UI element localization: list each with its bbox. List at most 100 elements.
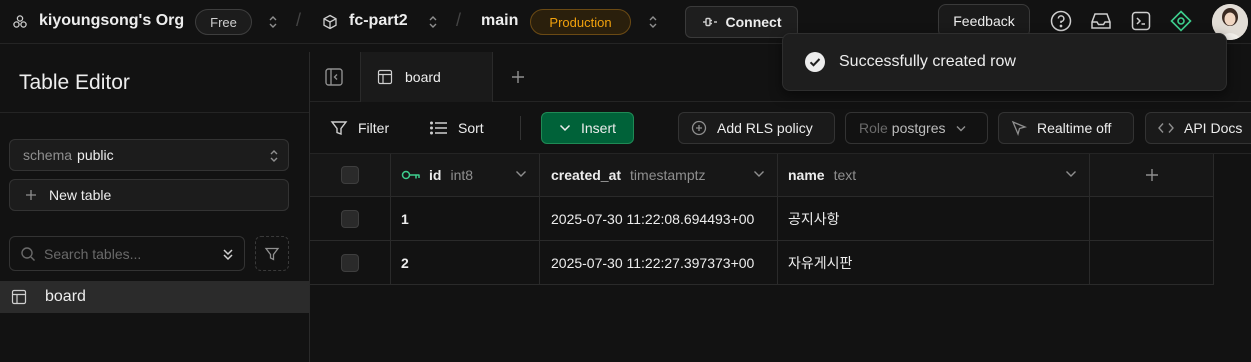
sidebar-item-board[interactable]: board: [0, 281, 309, 313]
tab-label: board: [405, 69, 441, 85]
data-grid: id int8 created_at timestamptz name text…: [310, 154, 1251, 362]
project-name[interactable]: fc-part2: [349, 12, 408, 30]
help-icon: [1050, 10, 1072, 32]
plus-icon: [1145, 169, 1158, 181]
plug-icon: [702, 17, 717, 27]
column-type: timestamptz: [630, 167, 706, 183]
chevrons-down-icon[interactable]: [221, 247, 235, 261]
advisor-button[interactable]: [1168, 8, 1194, 34]
connect-label: Connect: [725, 14, 782, 30]
table-cell-id[interactable]: 2: [391, 241, 540, 285]
schema-value: public: [77, 147, 114, 163]
sidebar-title: Table Editor: [19, 71, 130, 94]
table-cell-id[interactable]: 1: [391, 197, 540, 241]
tab-board[interactable]: board: [361, 52, 493, 102]
org-name[interactable]: kiyoungsong's Org: [39, 12, 184, 30]
project-icon: [323, 14, 337, 30]
rls-label: Add RLS policy: [717, 120, 813, 136]
filter-label: Filter: [358, 120, 390, 136]
connect-button[interactable]: Connect: [685, 6, 798, 38]
breadcrumb-separator: /: [296, 10, 302, 30]
row-select-cell: [310, 197, 391, 241]
toolbar: Filter Sort Insert Add RLS policy Role p…: [310, 102, 1251, 154]
search-tables: [9, 236, 245, 271]
sidebar: Table Editor schema public New table boa…: [0, 52, 310, 362]
row-select-cell: [310, 241, 391, 285]
role-select[interactable]: Role postgres: [845, 112, 988, 144]
sort-label: Sort: [458, 120, 484, 136]
new-table-button[interactable]: New table: [9, 179, 289, 211]
add-tab-button[interactable]: [508, 65, 528, 89]
realtime-label: Realtime off: [1037, 120, 1112, 136]
table-icon: [11, 289, 27, 305]
terminal-icon: [1131, 11, 1151, 31]
toast-message: Successfully created row: [839, 53, 1016, 70]
table-icon: [377, 69, 393, 85]
column-header-name[interactable]: name text: [778, 154, 1090, 197]
org-switcher-chevron-icon[interactable]: [268, 15, 278, 29]
plus-icon: [512, 71, 524, 83]
branch-name[interactable]: main: [481, 12, 518, 30]
project-switcher-chevron-icon[interactable]: [428, 15, 438, 29]
table-cell-created-at[interactable]: 2025-07-30 11:22:27.397373+00: [540, 241, 778, 285]
role-value: postgres: [891, 120, 946, 136]
new-table-label: New table: [49, 187, 112, 203]
primary-key-icon: [401, 170, 420, 180]
add-column-button[interactable]: [1090, 154, 1214, 197]
column-name: id: [429, 167, 442, 183]
branch-switcher-chevron-icon[interactable]: [648, 15, 658, 29]
column-type: int8: [450, 167, 474, 183]
row-checkbox[interactable]: [341, 253, 359, 272]
filter-icon: [264, 247, 280, 261]
select-all-cell: [310, 154, 391, 197]
insert-label: Insert: [580, 120, 616, 136]
column-header-id[interactable]: id int8: [391, 154, 540, 197]
insert-button[interactable]: Insert: [541, 112, 634, 144]
sidebar-item-label: board: [45, 288, 86, 305]
sql-terminal-button[interactable]: [1128, 8, 1154, 34]
advisor-icon: [1170, 10, 1192, 32]
collapse-sidebar-icon[interactable]: [324, 67, 344, 87]
table-cell-name[interactable]: 공지사항: [778, 197, 1090, 241]
select-all-checkbox[interactable]: [341, 166, 359, 184]
filter-icon: [330, 121, 348, 136]
realtime-toggle-button[interactable]: Realtime off: [998, 112, 1134, 144]
chevron-up-down-icon: [270, 150, 278, 162]
plus-circle-icon: [691, 120, 707, 136]
cursor-icon: [1011, 120, 1027, 136]
table-cell-name[interactable]: 자유게시판: [778, 241, 1090, 285]
inbox-button[interactable]: [1088, 8, 1114, 34]
filter-button[interactable]: Filter: [330, 112, 389, 144]
chevron-down-icon[interactable]: [753, 170, 765, 178]
environment-badge: Production: [530, 9, 631, 35]
sort-button[interactable]: Sort: [430, 112, 484, 144]
chevron-down-icon: [956, 125, 965, 131]
org-icon: [13, 15, 27, 28]
chevron-down-icon[interactable]: [515, 170, 527, 178]
add-rls-policy-button[interactable]: Add RLS policy: [678, 112, 835, 144]
code-icon: [1158, 123, 1174, 133]
filter-tables-button[interactable]: [255, 236, 289, 271]
column-header-created-at[interactable]: created_at timestamptz: [540, 154, 778, 197]
divider: [0, 112, 309, 113]
plan-badge: Free: [195, 9, 252, 35]
success-toast: Successfully created row: [782, 33, 1227, 91]
table-cell-created-at[interactable]: 2025-07-30 11:22:08.694493+00: [540, 197, 778, 241]
search-input[interactable]: [44, 245, 204, 262]
search-icon: [21, 246, 35, 261]
chevron-down-icon[interactable]: [1065, 170, 1077, 178]
column-name: created_at: [551, 167, 622, 183]
divider: [520, 116, 521, 140]
inbox-icon: [1091, 13, 1111, 29]
help-button[interactable]: [1048, 8, 1074, 34]
api-docs-label: API Docs: [1184, 120, 1243, 136]
plus-icon: [26, 190, 36, 200]
breadcrumb-separator: /: [456, 10, 462, 30]
role-label: Role: [859, 120, 888, 136]
api-docs-button[interactable]: API Docs: [1145, 112, 1251, 144]
column-type: text: [833, 167, 857, 183]
row-checkbox[interactable]: [341, 209, 359, 228]
empty-cell: [1090, 197, 1214, 241]
schema-select[interactable]: schema public: [9, 139, 289, 171]
check-circle-icon: [805, 52, 825, 72]
